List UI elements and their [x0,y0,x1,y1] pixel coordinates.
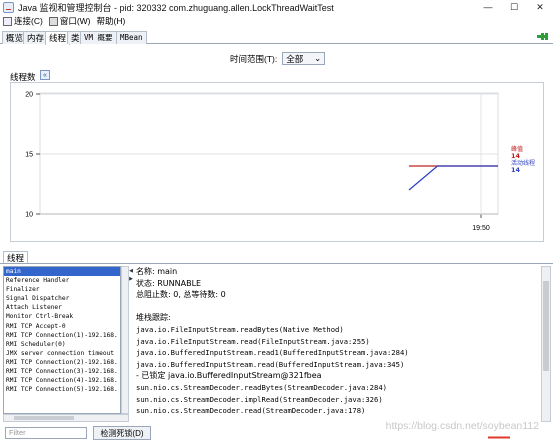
red-arrow-icon [488,436,510,439]
time-range-select[interactable]: 全部 ⌄ [282,52,326,65]
thread-list-item[interactable]: RMI TCP Connection(5)-192.168. [4,385,120,394]
menu-help-label: 帮助(H) [96,16,126,26]
connection-icon [3,16,12,26]
chevron-down-icon: ⌄ [314,53,322,63]
detect-deadlock-button[interactable]: 检测死锁(D) [93,426,151,440]
chart-svg: 19:50 201510 峰值14活动线程14 [25,92,535,233]
detail-line: java.io.FileInputStream.readBytes(Native… [136,324,344,334]
detail-line: java.io.BufferedInputStream.read(Buffere… [136,359,405,369]
thread-list-item[interactable]: RMI Scheduler(0) [4,340,120,349]
thread-list-item[interactable]: Monitor Ctrl-Break [4,312,120,321]
thread-list-item[interactable]: Reference Handler [4,276,120,285]
window-title: Java 监视和管理控制台 - pid: 320332 com.zhuguang… [18,2,334,13]
thread-list-item[interactable]: main [4,267,120,277]
window-icon [48,16,58,26]
thread-list-item[interactable]: Signal Dispatcher [4,294,120,303]
details-vscrollbar[interactable] [541,266,551,422]
watermark: https://blog.csdn.net/soybean112 [385,420,539,432]
detail-line: 堆栈跟踪: [136,313,171,323]
detail-line [133,301,540,313]
menu-help[interactable]: 帮助(H) [97,15,126,27]
thread-list-item[interactable]: Attach Listener [4,303,120,312]
time-range-value: 全部 [286,53,304,64]
filter-input[interactable]: Filter [5,427,87,439]
tab-mbean[interactable]: MBean [116,31,147,44]
thread-list-item[interactable]: RMI TCP Connection(1)-192.168. [4,331,120,340]
x-tick-label: 19:50 [472,225,490,232]
java-app-icon [3,1,14,13]
y-tick-label: 15 [25,152,33,159]
detail-line: 状态: RUNNABLE [136,278,202,288]
legend-current: 14 [511,166,521,174]
time-range: 时间范围(T): 全部 ⌄ [230,52,326,65]
thread-list-item[interactable]: Finalizer [4,285,120,294]
y-tick-label: 20 [25,92,33,99]
detail-line: 总阻止数: 0, 总等待数: 0 [136,290,226,300]
time-range-label: 时间范围(T): [230,53,278,64]
y-tick-label: 10 [25,212,33,219]
tab-vm-summary[interactable]: VM 概要 [80,31,117,44]
menu-window[interactable]: 窗口(W) [48,15,91,27]
thread-list-item[interactable]: RMI TCP Connection(2)-192.168. [4,358,120,367]
main-tabs: 概览 内存 线程 类 VM 概要 MBean [0,30,553,45]
threads-tab[interactable]: 线程 [3,251,29,263]
title-bar: Java 监视和管理控制台 - pid: 320332 com.zhuguang… [0,0,553,14]
thread-details: 名称: main 状态: RUNNABLE 总阻止数: 0, 总等待数: 0 堆栈跟… [133,266,540,422]
thread-count-chart: 19:50 20 15 10 峰值 14 活动线程 14 [10,82,544,242]
minimize-button[interactable]: — [475,0,501,14]
legend-current: 14 [511,152,521,160]
detail-line: sun.nio.cs.StreamDecoder.read(StreamDeco… [136,406,366,416]
hscroll-thumb[interactable] [14,416,74,420]
detail-line: sun.nio.cs.StreamDecoder.implRead(Stream… [136,394,383,404]
connected-icon [537,33,548,40]
thread-list[interactable]: main Reference Handler Finalizer Signal Dis… [3,266,121,414]
detail-line: - 已锁定 java.io.BufferedInputStream@321fbe… [136,371,322,381]
close-button[interactable]: ✕ [527,0,553,14]
menu-connection-label: 连接(C) [14,16,43,26]
threads-divider [0,263,553,264]
detail-line: java.io.BufferedInputStream.read1(Buffer… [136,348,409,358]
collapse-button[interactable]: « [40,70,50,80]
maximize-button[interactable]: ☐ [501,0,527,14]
detail-line: java.io.FileInputStream.read(FileInputSt… [136,336,370,346]
vscroll-thumb[interactable] [543,281,549,371]
menu-connection[interactable]: 连接(C) [3,15,43,27]
detail-line: sun.nio.cs.StreamDecoder.readBytes(Strea… [136,382,387,392]
thread-list-item[interactable]: RMI TCP Connection(3)-192.168. [4,367,120,376]
menu-bar: 连接(C) 窗口(W) 帮助(H) [0,14,553,28]
thread-list-vscrollbar[interactable] [121,266,129,414]
thread-list-item[interactable]: JMX server connection timeout [4,349,120,358]
thread-list-item[interactable]: RMI TCP Accept-0 [4,322,120,331]
window-controls: — ☐ ✕ [475,0,553,14]
thread-list-item[interactable]: RMI TCP Connection(4)-192.168. [4,376,120,385]
thread-list-hscrollbar[interactable] [3,414,129,422]
menu-window-label: 窗口(W) [59,16,91,26]
detail-line: 名称: main [136,267,178,276]
